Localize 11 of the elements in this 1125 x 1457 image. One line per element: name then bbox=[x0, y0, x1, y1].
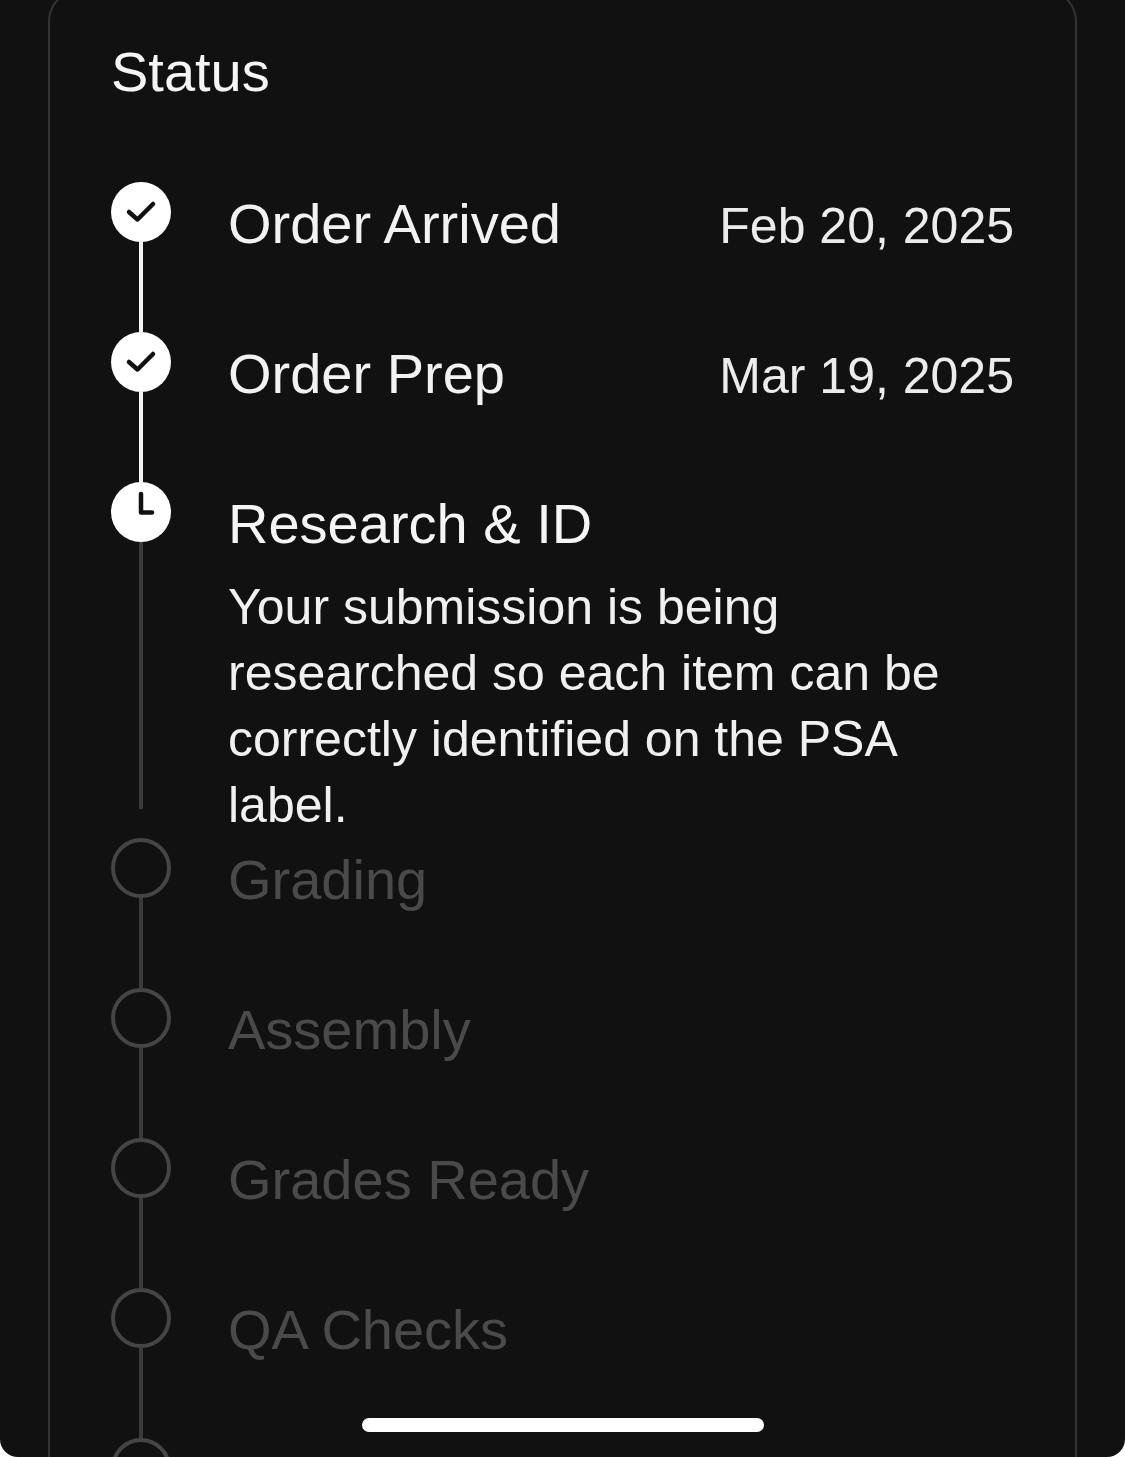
step-title: Grades Ready bbox=[228, 1150, 590, 1210]
step-date: Feb 20, 2025 bbox=[719, 197, 1014, 256]
step-title: QA Checks bbox=[228, 1300, 509, 1360]
step-title: Research & ID bbox=[228, 494, 593, 554]
step-title: Assembly bbox=[228, 1000, 471, 1060]
step-title: Order Prep bbox=[228, 344, 505, 404]
step-title: Order Arrived bbox=[228, 194, 561, 254]
step-title: Grading bbox=[228, 850, 428, 910]
step-date: Mar 19, 2025 bbox=[719, 347, 1014, 406]
card-title: Status bbox=[111, 40, 271, 104]
step-description: Your submission is being researched so each item can be correctly identified on the PSA label. bbox=[228, 578, 941, 835]
